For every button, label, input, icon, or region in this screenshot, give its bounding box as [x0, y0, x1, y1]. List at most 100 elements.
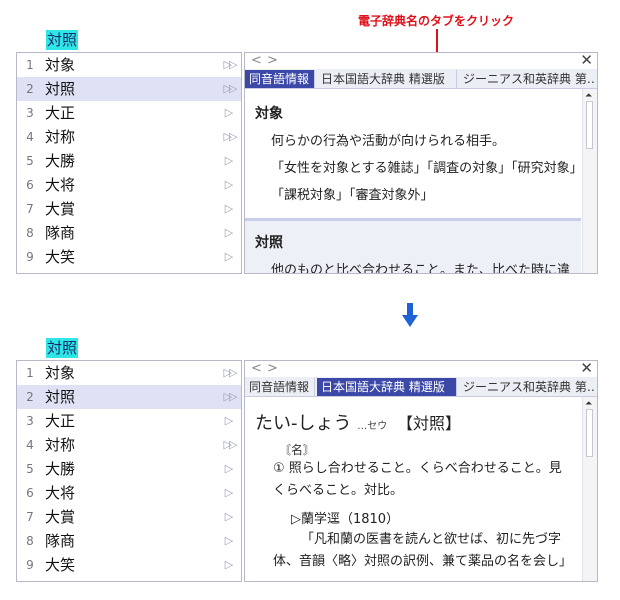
chevron-right-icon[interactable]: ▷ — [223, 529, 235, 553]
chevron-right-icon[interactable]: ▷ — [223, 505, 235, 529]
double-chevron-right-icon[interactable]: ▷▷ — [221, 385, 238, 409]
tab-nihon-kokugo-daijiten[interactable]: 日本国語大辞典 精選版 — [317, 70, 457, 88]
candidate-item[interactable]: 4 対称 ▷▷ — [17, 125, 241, 149]
candidate-number: 1 — [26, 366, 34, 380]
chevron-right-icon[interactable]: ▷ — [223, 173, 235, 197]
chevron-right-icon[interactable]: ▷ — [223, 481, 235, 505]
entry-example: 「課税対象」「審査対象外」 — [271, 188, 434, 203]
double-chevron-right-icon[interactable]: ▷▷ — [221, 125, 238, 149]
candidate-item[interactable]: 9 大笑 ▷ — [17, 245, 241, 269]
candidate-text: 大笑 — [45, 556, 76, 574]
down-arrow-icon — [402, 303, 418, 327]
candidate-text: 対称 — [45, 436, 76, 454]
scroll-thumb[interactable] — [586, 409, 593, 457]
candidate-number: 5 — [26, 154, 34, 168]
candidate-item[interactable]: 4 対称 ▷▷ — [17, 433, 241, 457]
candidate-number: 6 — [26, 178, 34, 192]
candidate-list: 1 対象 ▷▷ 2 対照 ▷▷ 3 大正 ▷ 4 対称 ▷▷ 5 大勝 ▷ 6 大将 ▷ 7 大賞 ▷ 8 隊商 ▷ 9 大笑 ▷ — [16, 360, 242, 582]
candidate-number: 4 — [26, 130, 34, 144]
candidate-item[interactable]: 1 対象 ▷▷ — [17, 53, 241, 77]
dictionary-toolbar: < > ✕ — [245, 361, 597, 377]
candidate-rows: 1 対象 ▷▷ 2 対照 ▷▷ 3 大正 ▷ 4 対称 ▷▷ 5 大勝 ▷ 6 大将 ▷ 7 大賞 ▷ 8 隊商 ▷ 9 大笑 ▷ — [17, 53, 241, 269]
annotation-label: 電子辞典名のタブをクリック — [358, 14, 515, 28]
candidate-text: 対象 — [45, 56, 76, 74]
candidate-text: 対象 — [45, 364, 76, 382]
chevron-right-icon[interactable]: ▷ — [223, 101, 235, 125]
entry-section-2: 対照 他のものと比べ合わせること。また、比べた時に違いが — [245, 221, 581, 273]
candidate-text: 大正 — [45, 104, 76, 122]
candidate-item[interactable]: 6 大将 ▷ — [17, 481, 241, 505]
chevron-right-icon[interactable]: ▷ — [223, 457, 235, 481]
candidate-item[interactable]: 3 大正 ▷ — [17, 101, 241, 125]
candidate-text: 大勝 — [45, 460, 76, 478]
tab-nihon-kokugo-daijiten[interactable]: 日本国語大辞典 精選版 — [317, 378, 457, 396]
candidate-item[interactable]: 8 隊商 ▷ — [17, 221, 241, 245]
chevron-right-icon[interactable]: ▷ — [223, 409, 235, 433]
quote-source: ▷蘭学逕（1810） — [291, 512, 400, 527]
entry-sense: 他のものと比べ合わせること。また、比べた時に違いが — [271, 263, 571, 273]
dictionary-window: < > ✕ 同音語情報 日本国語大辞典 精選版 ジーニアス和英辞典 第… たい-… — [244, 360, 598, 582]
close-icon[interactable]: ✕ — [580, 361, 593, 376]
tab-genius-waei[interactable]: ジーニアス和英辞典 第… — [459, 70, 595, 88]
back-button[interactable]: < — [251, 361, 262, 376]
forward-button[interactable]: > — [267, 361, 278, 376]
scroll-top-icon[interactable]: ⏶ — [585, 399, 592, 409]
candidate-number: 8 — [26, 226, 34, 240]
chevron-right-icon[interactable]: ▷ — [223, 221, 235, 245]
candidate-number: 7 — [26, 202, 34, 216]
candidate-number: 6 — [26, 486, 34, 500]
ime-panel-after: 対照 1 対象 ▷▷ 2 対照 ▷▷ 3 大正 ▷ 4 対称 ▷▷ 5 大勝 ▷ 6 大将 ▷ 7 大賞 ▷ 8 隊商 ▷ 9 大… — [16, 338, 598, 582]
entry-headline: たい-しょう …セウ 【対照】 — [255, 409, 581, 435]
candidate-number: 3 — [26, 414, 34, 428]
candidate-text: 対照 — [45, 388, 76, 406]
candidate-item[interactable]: 8 隊商 ▷ — [17, 529, 241, 553]
entry-title: 対照 — [255, 235, 283, 251]
scroll-top-icon[interactable]: ⏶ — [585, 91, 592, 101]
candidate-text: 大賞 — [45, 508, 76, 526]
candidate-number: 3 — [26, 106, 34, 120]
candidate-number: 9 — [26, 558, 34, 572]
chevron-right-icon[interactable]: ▷ — [223, 149, 235, 173]
candidate-number: 2 — [26, 82, 34, 96]
candidate-item[interactable]: 5 大勝 ▷ — [17, 149, 241, 173]
back-button[interactable]: < — [251, 53, 262, 68]
preedit-text: 対照 — [46, 30, 79, 50]
candidate-text: 大笑 — [45, 248, 76, 266]
preedit-text: 対照 — [46, 338, 79, 358]
chevron-right-icon[interactable]: ▷ — [223, 197, 235, 221]
candidate-item[interactable]: 5 大勝 ▷ — [17, 457, 241, 481]
candidate-item[interactable]: 1 対象 ▷▷ — [17, 361, 241, 385]
candidate-item[interactable]: 7 大賞 ▷ — [17, 505, 241, 529]
candidate-item[interactable]: 2 対照 ▷▷ — [17, 385, 241, 409]
tab-homophone-info[interactable]: 同音語情報 — [245, 70, 315, 88]
candidate-item[interactable]: 7 大賞 ▷ — [17, 197, 241, 221]
candidate-item[interactable]: 9 大笑 ▷ — [17, 553, 241, 577]
candidate-item[interactable]: 3 大正 ▷ — [17, 409, 241, 433]
close-icon[interactable]: ✕ — [580, 53, 593, 68]
candidate-text: 大将 — [45, 176, 76, 194]
scrollbar[interactable]: ⏶ — [582, 397, 597, 581]
tab-homophone-info[interactable]: 同音語情報 — [245, 378, 315, 396]
entry-title: 対象 — [255, 106, 283, 122]
scrollbar[interactable]: ⏶ — [582, 89, 597, 273]
dictionary-window: < > ✕ 同音語情報 日本国語大辞典 精選版 ジーニアス和英辞典 第… 対象 … — [244, 52, 598, 274]
double-chevron-right-icon[interactable]: ▷▷ — [221, 53, 238, 77]
ime-panel-before: 対照 1 対象 ▷▷ 2 対照 ▷▷ 3 大正 ▷ 4 対称 ▷▷ 5 大勝 ▷ 6 大将 ▷ 7 大賞 ▷ 8 隊商 ▷ 9 大… — [16, 30, 598, 274]
candidate-list: 1 対象 ▷▷ 2 対照 ▷▷ 3 大正 ▷ 4 対称 ▷▷ 5 大勝 ▷ 6 大将 ▷ 7 大賞 ▷ 8 隊商 ▷ 9 大笑 ▷ — [16, 52, 242, 274]
dictionary-tabs: 同音語情報 日本国語大辞典 精選版 ジーニアス和英辞典 第… — [245, 377, 597, 397]
scroll-thumb[interactable] — [586, 101, 593, 149]
chevron-right-icon[interactable]: ▷ — [223, 245, 235, 269]
forward-button[interactable]: > — [267, 53, 278, 68]
double-chevron-right-icon[interactable]: ▷▷ — [221, 77, 238, 101]
candidate-item[interactable]: 6 大将 ▷ — [17, 173, 241, 197]
candidate-text: 大勝 — [45, 152, 76, 170]
double-chevron-right-icon[interactable]: ▷▷ — [221, 361, 238, 385]
candidate-number: 4 — [26, 438, 34, 452]
double-chevron-right-icon[interactable]: ▷▷ — [221, 433, 238, 457]
dictionary-content: たい-しょう …セウ 【対照】 〘名〙 ① 照らし合わせること。くらべ合わせるこ… — [245, 397, 581, 581]
candidate-text: 隊商 — [45, 532, 76, 550]
tab-genius-waei[interactable]: ジーニアス和英辞典 第… — [459, 378, 595, 396]
candidate-number: 1 — [26, 58, 34, 72]
chevron-right-icon[interactable]: ▷ — [223, 553, 235, 577]
candidate-item[interactable]: 2 対照 ▷▷ — [17, 77, 241, 101]
